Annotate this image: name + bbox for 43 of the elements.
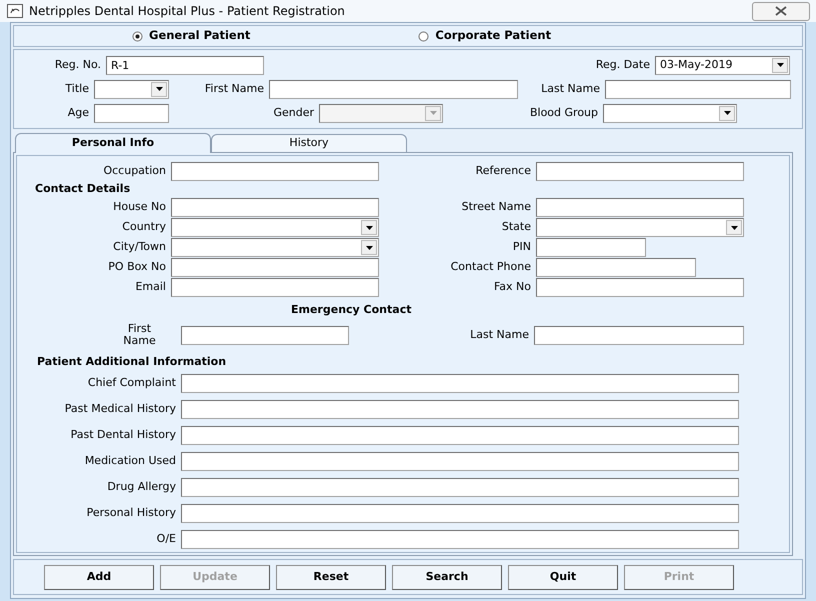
field-label: Occupation xyxy=(102,162,167,179)
field-label: First Name xyxy=(204,80,265,97)
section-heading: Contact Details xyxy=(35,181,130,197)
section-heading: Emergency Contact xyxy=(291,302,412,318)
field-label: O/E xyxy=(156,530,177,547)
field-label: Reg. No. xyxy=(54,56,102,73)
radio-button[interactable]: General Patient xyxy=(132,27,250,45)
field-label: PO Box No xyxy=(107,259,167,276)
action-button[interactable]: Add xyxy=(44,564,154,590)
text-field[interactable]: R-1 xyxy=(106,56,264,74)
tab[interactable]: History xyxy=(211,134,407,152)
field-label: Personal History xyxy=(86,504,177,521)
field-label: Email xyxy=(134,279,167,296)
field-label: Blood Group xyxy=(528,104,599,121)
field-label: Fax No xyxy=(492,279,532,296)
field-label: Street Name xyxy=(460,199,532,216)
dropdown-field[interactable]: 03-May-2019 xyxy=(655,56,790,74)
section-heading: Patient Additional Information xyxy=(37,354,226,370)
field-label: Past Medical History xyxy=(64,400,177,417)
field-label: Age xyxy=(66,104,90,121)
field-label: Title xyxy=(64,80,90,97)
field-label: First Name xyxy=(122,323,157,347)
action-button[interactable]: Quit xyxy=(508,564,618,590)
field-label: Chief Complaint xyxy=(86,374,177,391)
field-label: Medication Used xyxy=(84,452,177,469)
radio-button[interactable]: Corporate Patient xyxy=(418,27,552,45)
tab[interactable]: Personal Info xyxy=(15,133,211,153)
field-label: Reg. Date xyxy=(594,56,651,73)
field-label: Reference xyxy=(474,162,532,179)
window-title: Netripples Dental Hospital Plus - Patient Registration xyxy=(29,3,346,20)
field-label: Contact Phone xyxy=(450,259,532,276)
action-button[interactable]: Search xyxy=(392,564,502,590)
field-label: House No xyxy=(112,199,167,216)
field-label: State xyxy=(500,219,532,236)
action-button[interactable]: Reset xyxy=(276,564,386,590)
field-label: Country xyxy=(121,219,167,236)
field-label: Last Name xyxy=(469,326,530,343)
field-label: Drug Allergy xyxy=(106,478,177,495)
field-label: PIN xyxy=(512,239,532,256)
field-label: Last Name xyxy=(540,80,601,97)
field-label: Gender xyxy=(272,104,315,121)
field-label: Past Dental History xyxy=(70,426,177,443)
field-label: City/Town xyxy=(112,239,167,256)
